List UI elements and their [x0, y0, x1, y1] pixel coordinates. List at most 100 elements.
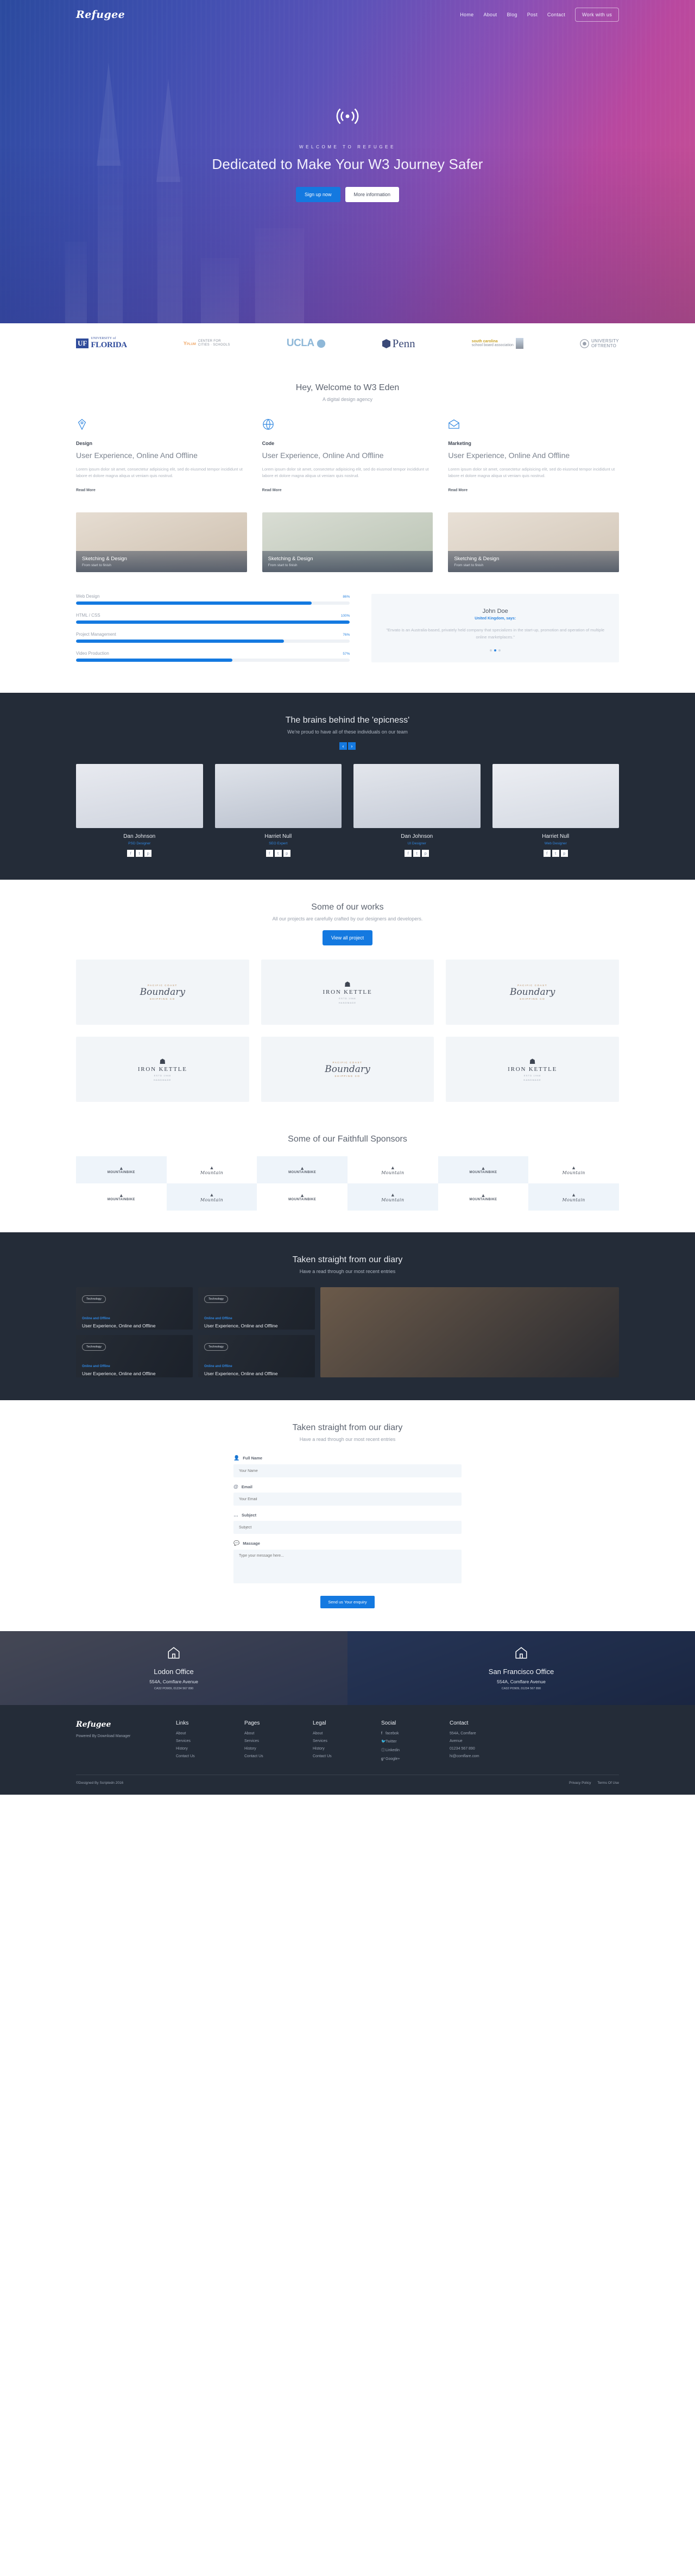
pinterest-icon[interactable]: p — [422, 850, 429, 857]
blog-card[interactable]: Technology Online and Offline User Exper… — [198, 1287, 315, 1330]
subject-input[interactable] — [233, 1521, 462, 1534]
sign-up-now-button[interactable]: Sign up now — [295, 187, 340, 202]
pinterest-icon[interactable]: p — [144, 850, 152, 857]
message-textarea[interactable] — [233, 1550, 462, 1583]
facebook-icon: f — [381, 1732, 382, 1735]
twitter-icon[interactable]: t — [136, 850, 143, 857]
full-name-input[interactable] — [233, 1464, 462, 1477]
team-member-card[interactable]: Harriet Null SEO Expert ftp — [214, 764, 342, 857]
nav-item-post[interactable]: Post — [527, 12, 538, 17]
footer-link[interactable]: Contact Us — [244, 1754, 294, 1758]
footer-link[interactable]: Services — [244, 1739, 294, 1743]
work-item[interactable]: PACIFIC COAST Boundary SHIPPING CO — [261, 1037, 434, 1102]
work-name: IRON KETTLE — [323, 989, 372, 995]
mountain-icon: ▲ — [571, 1192, 577, 1198]
nav-item-home[interactable]: Home — [460, 12, 473, 17]
blog-card[interactable]: Technology Online and Offline User Exper… — [76, 1287, 193, 1330]
brand-logo[interactable]: Refugee — [76, 9, 125, 21]
service-read-more-link[interactable]: Read More — [76, 488, 96, 492]
blog-card[interactable]: Technology Online and Offline User Exper… — [76, 1335, 193, 1377]
view-all-project-button[interactable]: View all project — [322, 930, 373, 945]
twitter-icon[interactable]: t — [552, 850, 559, 857]
footer-social-twitter[interactable]: 🐦Twitter — [381, 1739, 431, 1744]
kettle-icon: ☗ — [344, 980, 351, 988]
works-title: Some of our works — [311, 902, 384, 912]
sponsor-item[interactable]: ▲ MOUNTAINBIKE — [76, 1156, 167, 1183]
terms-of-use-link[interactable]: Terms Of Use — [597, 1781, 619, 1785]
nav-item-blog[interactable]: Blog — [507, 12, 517, 17]
more-information-button[interactable]: More information — [345, 187, 400, 202]
sponsor-item[interactable]: ▲ Mountain — [528, 1183, 619, 1211]
sponsor-item[interactable]: ▲ MOUNTAINBIKE — [438, 1156, 529, 1183]
avatar — [492, 764, 619, 828]
facebook-icon[interactable]: f — [543, 850, 551, 857]
nav-item-contact[interactable]: Contact — [547, 12, 565, 17]
footer-link[interactable]: History — [176, 1747, 226, 1751]
skill-percent: 86% — [343, 595, 350, 599]
footer-social-googleplus[interactable]: g⁺Google+ — [381, 1757, 431, 1761]
work-item[interactable]: PACIFIC COAST Boundary SHIPPING CO — [446, 960, 619, 1025]
sponsor-item[interactable]: ▲ Mountain — [347, 1183, 438, 1211]
footer-link[interactable]: Services — [176, 1739, 226, 1743]
nav-work-with-us-button[interactable]: Work with us — [575, 8, 619, 22]
footer-link[interactable]: About — [244, 1732, 294, 1735]
testimonial-dots[interactable] — [386, 649, 605, 651]
feature-card[interactable]: Sketching & Design From start to finish — [448, 512, 620, 572]
twitter-icon[interactable]: t — [274, 850, 282, 857]
footer-link[interactable]: About — [313, 1732, 363, 1735]
team-member-card[interactable]: Dan Johnson UI Designer ftp — [353, 764, 481, 857]
team-prev-arrow[interactable]: ‹ — [339, 742, 347, 750]
service-card-marketing: Marketing User Experience, Online And Of… — [448, 418, 619, 494]
twitter-icon[interactable]: t — [413, 850, 421, 857]
footer-social-linkedin[interactable]: ⓘLinkedin — [381, 1747, 431, 1753]
work-item[interactable]: PACIFIC COAST Boundary SHIPPING CO — [76, 960, 249, 1025]
sponsor-item[interactable]: ▲ MOUNTAINBIKE — [257, 1156, 348, 1183]
footer-logo[interactable]: Refugee — [76, 1720, 157, 1729]
sponsor-item[interactable]: ▲ MOUNTAINBIKE — [438, 1183, 529, 1211]
navbar: Refugee Home About Blog Post Contact Wor… — [76, 0, 619, 22]
team-member-card[interactable]: Harriet Null Web Designer ftp — [492, 764, 619, 857]
footer-contact-phone[interactable]: 01234 567 890 — [450, 1747, 500, 1751]
at-icon: @ — [233, 1484, 238, 1489]
pinterest-icon[interactable]: p — [283, 850, 290, 857]
diary-subtitle: Have a read through our most recent entr… — [299, 1269, 396, 1274]
email-input[interactable] — [233, 1493, 462, 1506]
sponsor-item[interactable]: ▲ Mountain — [348, 1156, 438, 1183]
pinterest-icon[interactable]: p — [560, 850, 568, 857]
footer-link[interactable]: Contact Us — [313, 1754, 363, 1758]
sponsor-item[interactable]: ▲ MOUNTAINBIKE — [257, 1183, 348, 1211]
send-enquiry-button[interactable]: Send us Your enquiry — [320, 1596, 375, 1608]
footer-link[interactable]: About — [176, 1732, 226, 1735]
footer-brand-block: Refugee Powered By Download Manager — [76, 1720, 157, 1765]
sponsor-item[interactable]: ▲ Mountain — [528, 1156, 619, 1183]
blog-card[interactable]: Technology Online and Offline User Exper… — [198, 1335, 315, 1377]
sponsor-item[interactable]: ▲ Mountain — [167, 1156, 257, 1183]
facebook-icon[interactable]: f — [405, 850, 412, 857]
privacy-policy-link[interactable]: Privacy Policy — [569, 1781, 591, 1785]
facebook-icon[interactable]: f — [127, 850, 135, 857]
feature-card[interactable]: Sketching & Design From start to finish — [76, 512, 247, 572]
footer-link[interactable]: History — [313, 1747, 363, 1751]
sponsor-name: MOUNTAINBIKE — [469, 1171, 497, 1174]
feature-card[interactable]: Sketching & Design From start to finish — [262, 512, 433, 572]
blog-feature-image[interactable] — [320, 1287, 619, 1377]
footer-social-facebook[interactable]: f facebok — [381, 1732, 431, 1735]
sponsor-name: Mountain — [200, 1197, 224, 1202]
diary-grid: Technology Online and Offline User Exper… — [76, 1287, 619, 1377]
nav-item-about[interactable]: About — [483, 12, 497, 17]
work-item[interactable]: ☗ IRON KETTLE ESTD 1968 HANDMADE — [76, 1037, 249, 1102]
work-item[interactable]: ☗ IRON KETTLE ESTD 1968 HANDMADE — [446, 1037, 619, 1102]
team-next-arrow[interactable]: › — [348, 742, 356, 750]
footer-contact-avenue: Avenue — [450, 1739, 463, 1743]
service-read-more-link[interactable]: Read More — [262, 488, 282, 492]
footer-contact-email[interactable]: hi@comflare.com — [450, 1754, 500, 1758]
service-read-more-link[interactable]: Read More — [448, 488, 467, 492]
team-member-card[interactable]: Dan Johnson PSD Designer ftp — [76, 764, 203, 857]
work-item[interactable]: ☗ IRON KETTLE ESTD 1968 HANDMADE — [261, 960, 434, 1025]
footer-link[interactable]: History — [244, 1747, 294, 1751]
sponsor-item[interactable]: ▲ Mountain — [166, 1183, 257, 1211]
footer-link[interactable]: Services — [313, 1739, 363, 1743]
footer-link[interactable]: Contact Us — [176, 1754, 226, 1758]
sponsor-item[interactable]: ▲ MOUNTAINBIKE — [76, 1183, 167, 1211]
facebook-icon[interactable]: f — [266, 850, 273, 857]
